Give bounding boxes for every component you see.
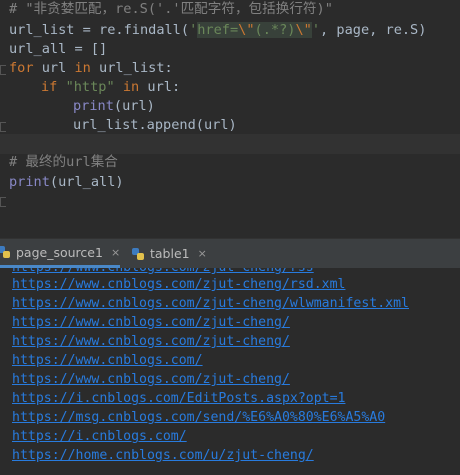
python-console-icon <box>131 247 145 261</box>
fold-marker[interactable] <box>0 122 6 132</box>
keyword: in <box>74 60 91 76</box>
output-link[interactable]: https://i.cnblogs.com/ <box>12 427 187 446</box>
python-console-icon <box>0 245 11 259</box>
code-text: , page, re.S) <box>320 22 427 38</box>
regex-escape: \" <box>295 22 312 38</box>
code-line-1: # "非贪婪匹配，re.S('.'匹配字符，包括换行符)" <box>9 0 333 19</box>
code-text: url_list = re.findall( <box>9 22 190 38</box>
comment-text: # "非贪婪匹配，re.S('.'匹配字符，包括换行符)" <box>9 1 333 17</box>
output-link[interactable]: https://www.cnblogs.com/zjut-cheng/rsd.x… <box>12 275 345 294</box>
output-link[interactable]: https://www.cnblogs.com/zjut-cheng/ <box>12 370 290 389</box>
output-panel[interactable]: https://www.cnblogs.com/zjut-cheng/rss h… <box>0 268 460 475</box>
current-line-highlight <box>0 134 460 154</box>
code-text: url: <box>139 79 181 95</box>
tab-label: page_source1 <box>16 244 103 260</box>
regex-escape: \" <box>238 22 255 38</box>
code-line-6: print(url) <box>73 97 155 116</box>
code-line-5: if "http" in url: <box>41 78 180 97</box>
code-text: url <box>33 60 75 76</box>
code-text: url_list: <box>90 60 173 76</box>
code-line-2: url_list = re.findall('href=\"(.*?)\"', … <box>9 21 426 40</box>
code-line-10: print(url_all) <box>9 173 124 192</box>
comment-text: # 最终的url集合 <box>9 154 118 170</box>
string-quote: ' <box>311 22 321 38</box>
regex-literal: href= <box>197 22 239 38</box>
code-line-4: for url in url_list: <box>9 59 173 78</box>
output-link[interactable]: https://i.cnblogs.com/EditPosts.aspx?opt… <box>12 389 345 408</box>
close-icon[interactable]: × <box>111 246 120 259</box>
string-literal: "http" <box>65 79 115 95</box>
close-icon[interactable]: × <box>198 247 207 260</box>
output-link[interactable]: https://www.cnblogs.com/zjut-cheng/ <box>12 313 290 332</box>
tab-table1[interactable]: table1 × <box>131 239 207 268</box>
fold-marker[interactable] <box>0 65 6 75</box>
code-editor[interactable]: # "非贪婪匹配，re.S('.'匹配字符，包括换行符)" url_list =… <box>0 0 460 238</box>
code-text: (url) <box>113 98 155 114</box>
code-text: (url_all) <box>49 174 124 190</box>
regex-group: (.*?) <box>254 22 296 38</box>
code-line-3: url_all = [] <box>9 41 108 57</box>
keyword: for <box>9 60 34 76</box>
keyword: if <box>41 79 58 95</box>
fold-marker[interactable] <box>0 197 6 207</box>
output-link[interactable]: https://www.cnblogs.com/zjut-cheng/ <box>12 332 290 351</box>
output-link[interactable]: https://msg.cnblogs.com/send/%E6%A0%80%E… <box>12 408 385 427</box>
builtin-function: print <box>9 174 50 190</box>
tab-page-source1[interactable]: page_source1 × <box>0 239 121 268</box>
code-line-9: # 最终的url集合 <box>9 153 118 172</box>
output-link[interactable]: https://www.cnblogs.com/ <box>12 351 203 370</box>
code-line-7: url_list.append(url) <box>73 117 237 133</box>
tab-label: table1 <box>150 246 190 261</box>
keyword: in <box>122 79 140 95</box>
tool-window-tabbar: page_source1 × table1 × <box>0 238 460 268</box>
output-link[interactable]: https://home.cnblogs.com/u/zjut-cheng/ <box>12 446 314 465</box>
builtin-function: print <box>73 98 114 114</box>
output-link[interactable]: https://www.cnblogs.com/zjut-cheng/wlwma… <box>12 294 409 313</box>
